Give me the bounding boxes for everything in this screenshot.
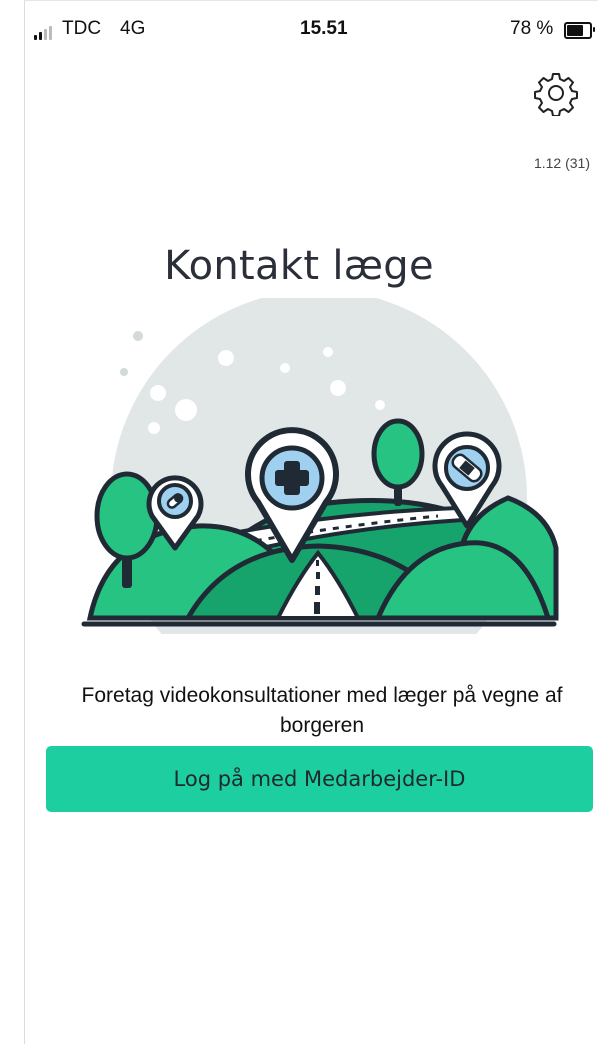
battery-percentage: 78 % (510, 18, 554, 39)
carrier-name: TDC (62, 18, 102, 39)
app-version: 1.12 (31) (533, 155, 590, 171)
frame-top-edge (24, 0, 598, 1)
healthcare-landscape-illustration (81, 298, 559, 634)
description-text: Foretag videokonsultationer med læger på… (81, 684, 563, 737)
network-type: 4G (120, 18, 146, 39)
login-button[interactable]: Log på med Medarbejder-ID (46, 746, 593, 812)
status-bar: TDC 4G 15.51 78 % (30, 14, 595, 44)
page-title: Kontakt læge (164, 242, 434, 289)
signal-strength-icon (34, 24, 54, 40)
frame-edge (24, 0, 25, 1044)
battery-icon (564, 22, 595, 39)
clock: 15.51 (300, 18, 348, 39)
gear-icon[interactable] (533, 70, 579, 117)
